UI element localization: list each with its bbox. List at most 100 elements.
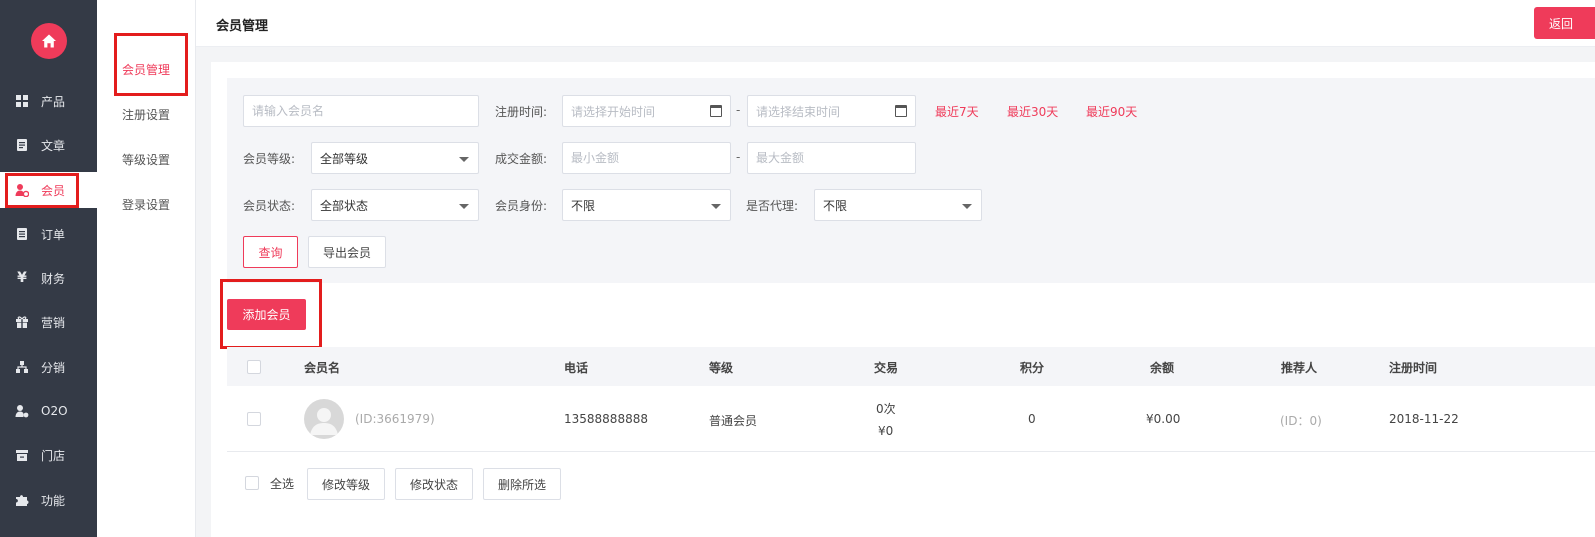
sidebar-item-label: 文章 — [41, 138, 66, 153]
end-date-placeholder: 请选择结束时间 — [756, 104, 841, 119]
sidebar-item-articles[interactable]: 文章 — [0, 127, 97, 163]
subnav-item-member-management[interactable]: 会员管理 — [122, 61, 170, 78]
store-icon — [15, 448, 29, 462]
subnav-item-level-settings[interactable]: 等级设置 — [122, 151, 170, 168]
trade-count: 0次 — [876, 402, 896, 416]
status-select-value: 全部状态 — [320, 198, 369, 213]
column-header-balance: 余额 — [1150, 361, 1175, 375]
column-header-referrer: 推荐人 — [1281, 361, 1318, 375]
sidebar-item-distribution[interactable]: 分销 — [0, 349, 97, 385]
start-date-input[interactable]: 请选择开始时间 — [562, 95, 731, 127]
sidebar-item-stores[interactable]: 门店 — [0, 437, 97, 473]
change-status-button[interactable]: 修改状态 — [395, 468, 473, 500]
sidebar-item-finance[interactable]: ¥ 财务 — [0, 260, 97, 296]
quick-range-30d[interactable]: 最近30天 — [1007, 103, 1058, 120]
level-select-value: 全部等级 — [320, 151, 369, 166]
identity-select-value: 不限 — [571, 198, 596, 213]
calendar-icon — [895, 105, 907, 117]
row-checkbox[interactable] — [247, 412, 261, 426]
sidebar-item-label: 营销 — [41, 315, 66, 330]
member-balance: ¥0.00 — [1146, 412, 1181, 426]
puzzle-icon — [15, 493, 29, 507]
quick-range-7d[interactable]: 最近7天 — [935, 103, 979, 120]
select-all-label[interactable]: 全选 — [270, 475, 294, 492]
identity-label: 会员身份: — [495, 199, 548, 213]
agent-select-value: 不限 — [823, 198, 848, 213]
column-header-trade: 交易 — [874, 361, 899, 375]
column-header-level: 等级 — [709, 361, 734, 375]
home-icon — [42, 34, 56, 48]
chevron-down-icon — [459, 204, 469, 209]
member-name-input[interactable] — [243, 95, 479, 127]
member-points: 0 — [1028, 412, 1036, 426]
sidebar-item-label: O2O — [41, 404, 68, 418]
sidebar-item-products[interactable]: 产品 — [0, 83, 97, 119]
sidebar-item-marketing[interactable]: 营销 — [0, 304, 97, 340]
avatar — [304, 399, 344, 439]
o2o-icon — [15, 404, 29, 418]
add-member-button[interactable]: 添加会员 — [227, 299, 306, 330]
status-label: 会员状态: — [243, 199, 296, 213]
chevron-down-icon — [459, 157, 469, 162]
table-row: (ID:3661979) 13588888888 普通会员 0次 ¥0 0 ¥0… — [227, 386, 1595, 452]
select-all-checkbox[interactable] — [245, 476, 259, 490]
start-date-placeholder: 请选择开始时间 — [571, 104, 656, 119]
agent-label: 是否代理: — [746, 199, 799, 213]
subnav-item-registration-settings[interactable]: 注册设置 — [122, 106, 170, 123]
identity-select[interactable]: 不限 — [562, 189, 731, 221]
header-checkbox[interactable] — [247, 360, 261, 374]
delete-selected-button[interactable]: 删除所选 — [483, 468, 561, 500]
member-phone: 13588888888 — [564, 412, 648, 426]
order-icon — [15, 227, 29, 241]
chevron-down-icon — [711, 204, 721, 209]
sidebar-item-functions[interactable]: 功能 — [0, 482, 97, 518]
sidebar-item-label: 门店 — [41, 448, 66, 463]
page-title: 会员管理 — [216, 19, 269, 34]
reg-time-label: 注册时间: — [495, 105, 548, 119]
min-amount-input[interactable] — [562, 142, 731, 174]
sidebar-item-o2o[interactable]: O2O — [0, 393, 97, 429]
quick-range-90d[interactable]: 最近90天 — [1086, 103, 1137, 120]
yen-icon: ¥ — [17, 270, 27, 286]
member-referrer: (ID：0) — [1280, 414, 1322, 428]
back-button[interactable]: 返回 — [1534, 7, 1595, 39]
column-header-points: 积分 — [1020, 361, 1045, 375]
subnav-item-login-settings[interactable]: 登录设置 — [122, 196, 170, 213]
distribution-icon — [15, 360, 29, 374]
main-sidebar: 产品 文章 会员 订单 ¥ 财务 营销 分销 O2O 门店 功能 — [0, 0, 97, 537]
range-separator: - — [736, 150, 741, 164]
member-reg-date: 2018-11-22 — [1389, 412, 1459, 426]
sidebar-item-members[interactable]: 会员 — [0, 172, 97, 208]
sidebar-item-label: 产品 — [41, 94, 66, 109]
trade-amount: ¥0 — [878, 424, 894, 438]
end-date-input[interactable]: 请选择结束时间 — [747, 95, 916, 127]
member-subnav: 会员管理 注册设置 等级设置 登录设置 — [97, 0, 196, 537]
member-icon — [15, 183, 29, 197]
sidebar-item-label: 财务 — [41, 271, 66, 286]
grid-icon — [15, 94, 29, 108]
agent-select[interactable]: 不限 — [814, 189, 982, 221]
max-amount-input[interactable] — [747, 142, 916, 174]
sidebar-item-label: 会员 — [41, 183, 66, 198]
sidebar-item-orders[interactable]: 订单 — [0, 216, 97, 252]
query-button[interactable]: 查询 — [243, 236, 298, 268]
sidebar-item-label: 功能 — [41, 493, 66, 508]
column-header-phone: 电话 — [564, 361, 589, 375]
column-header-reg-time: 注册时间 — [1389, 361, 1438, 375]
table-header: 会员名 电话 等级 交易 积分 余额 推荐人 注册时间 — [227, 347, 1595, 386]
level-select[interactable]: 全部等级 — [311, 142, 479, 174]
user-avatar-icon — [310, 408, 338, 435]
sidebar-item-label: 订单 — [41, 227, 66, 242]
sidebar-item-label: 分销 — [41, 360, 66, 375]
page-header: 会员管理 返回 — [196, 0, 1595, 47]
column-header-name: 会员名 — [304, 361, 341, 375]
export-members-button[interactable]: 导出会员 — [308, 236, 386, 268]
range-separator: - — [736, 103, 741, 117]
member-level: 普通会员 — [709, 414, 758, 428]
change-level-button[interactable]: 修改等级 — [307, 468, 385, 500]
status-select[interactable]: 全部状态 — [311, 189, 479, 221]
chevron-down-icon — [962, 204, 972, 209]
member-id[interactable]: (ID:3661979) — [355, 412, 435, 426]
home-logo[interactable] — [31, 23, 67, 59]
level-label: 会员等级: — [243, 152, 296, 166]
